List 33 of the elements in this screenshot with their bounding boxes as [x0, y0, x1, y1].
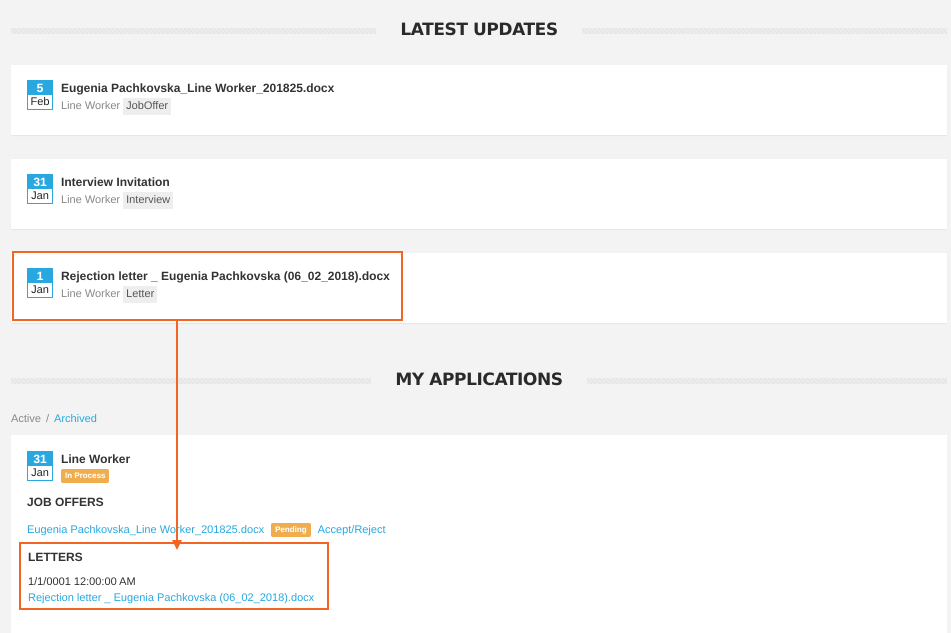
filter-link[interactable]: Archived: [54, 410, 97, 428]
update-title: Rejection letter _ Eugenia Pachkovska (06_02_2018).docx: [61, 268, 390, 284]
date-month: Jan: [30, 466, 50, 480]
letter-file-link[interactable]: Rejection letter _ Eugenia Pachkovska (06_02_2018).docx: [28, 590, 321, 606]
status-badge: In Process: [61, 469, 110, 483]
application-title: Line Worker: [61, 451, 130, 467]
update-title: Interview Invitation: [61, 174, 171, 190]
position-label: Line Worker: [61, 287, 120, 302]
accept-reject-link[interactable]: Accept/Reject: [318, 522, 386, 538]
date-day: 1: [28, 269, 52, 283]
position-label: Line Worker: [61, 99, 120, 114]
date-day: 31: [28, 452, 52, 466]
letter-date: 1/1/0001 12:00:00 AM: [28, 574, 137, 590]
date-day: 31: [28, 175, 52, 189]
section-heading: LATEST UPDATES: [400, 19, 558, 42]
letters-heading: LETTERS: [28, 548, 84, 566]
job-offers-heading: JOB OFFERS: [27, 494, 105, 511]
type-tag: Letter: [123, 286, 158, 302]
pending-badge: Pending: [271, 523, 311, 538]
update-card[interactable]: 5 Feb Eugenia Pachkovska_Line Worker_201825.docx Line Worker JobOffer: [11, 65, 947, 135]
filter-link[interactable]: Active: [11, 410, 41, 428]
type-tag: JobOffer: [123, 98, 172, 114]
section-heading: MY APPLICATIONS: [395, 369, 563, 392]
update-card[interactable]: 1 Jan Rejection letter _ Eugenia Pachkovska (06_02_2018).docx Line Worker Letter: [11, 253, 947, 323]
update-card[interactable]: 31 Jan Interview Invitation Line Worker Interview: [11, 159, 947, 229]
type-tag: Interview: [123, 192, 174, 208]
date-day: 5: [28, 81, 52, 95]
date-month: Feb: [30, 95, 50, 109]
date-month: Jan: [30, 189, 50, 203]
position-label: Line Worker: [61, 193, 120, 208]
filter-separator: /: [46, 412, 50, 427]
date-month: Jan: [30, 283, 50, 297]
update-title: Eugenia Pachkovska_Line Worker_201825.docx: [61, 80, 334, 96]
